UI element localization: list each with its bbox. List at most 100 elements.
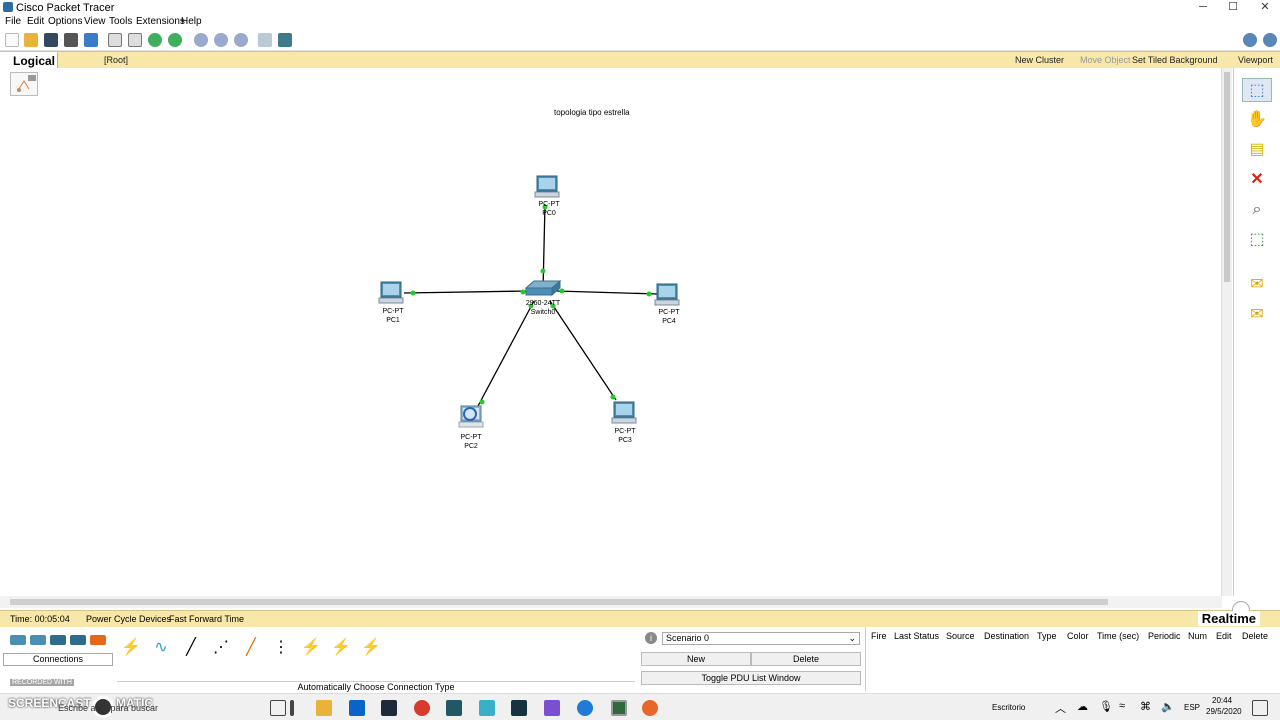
redo-icon[interactable]	[168, 33, 182, 47]
coaxial-cable-icon[interactable]: ⚡	[300, 637, 322, 659]
menu-extensions[interactable]: Extensions	[136, 16, 185, 27]
inspect-hand-icon[interactable]: ✋	[1242, 108, 1272, 132]
terminal-icon[interactable]	[511, 700, 527, 716]
crossover-cable-icon[interactable]: ⋰	[210, 637, 232, 659]
serial-dce-cable-icon[interactable]: ⚡	[330, 637, 352, 659]
fast-forward-time-button[interactable]: Fast Forward Time	[169, 614, 244, 624]
open-folder-icon[interactable]	[24, 33, 38, 47]
menu-options[interactable]: Options	[48, 16, 82, 27]
clock-date[interactable]: 29/5/2020	[1206, 707, 1242, 716]
end-devices-icon[interactable]	[50, 635, 66, 645]
logical-workspace[interactable]: topologia tipo estrella PC-PT PC0 PC-PT …	[0, 68, 1222, 596]
phone-cable-icon[interactable]: ⋮	[270, 637, 292, 659]
straight-through-cable-icon[interactable]: ╱	[180, 637, 202, 659]
components-icon[interactable]	[70, 635, 86, 645]
taskbar-search-input[interactable]: Escribe aquí para buscar	[58, 703, 158, 713]
language-indicator[interactable]: ESP	[1184, 703, 1200, 712]
toggle-pdu-list-button[interactable]: Toggle PDU List Window	[641, 671, 861, 685]
menu-view[interactable]: View	[84, 16, 106, 27]
menu-tools[interactable]: Tools	[109, 16, 132, 27]
network-devices-icon[interactable]	[10, 635, 26, 645]
connections-category-icon[interactable]	[90, 635, 106, 645]
pc4-device[interactable]	[654, 283, 680, 306]
desktop-toolbar-label[interactable]: Escritorio	[992, 703, 1025, 712]
pc3-device[interactable]	[611, 401, 637, 424]
packet-tracer-taskbar-icon[interactable]	[446, 700, 462, 716]
firefox-icon[interactable]	[642, 700, 658, 716]
save-icon[interactable]	[44, 33, 58, 47]
pc2-device[interactable]	[458, 405, 484, 428]
zoom-out-icon[interactable]	[234, 33, 248, 47]
move-object-button[interactable]: Move Object	[1080, 55, 1131, 65]
link-pc2-switch[interactable]	[477, 300, 535, 407]
pc1-device[interactable]	[378, 281, 404, 304]
microphone-icon[interactable]: 🎙	[1099, 700, 1113, 713]
minimize-button[interactable]: ─	[1188, 0, 1218, 15]
realtime-mode-tab[interactable]: Realtime	[1197, 611, 1260, 626]
link-pc3-switch[interactable]	[549, 300, 617, 401]
add-complex-pdu-icon[interactable]: ✉	[1242, 303, 1272, 327]
link-pc4-switch[interactable]	[555, 290, 659, 295]
delete-scenario-button[interactable]: Delete	[751, 652, 861, 666]
resize-shape-icon[interactable]: ⬚	[1242, 228, 1272, 252]
clock-time[interactable]: 20:44	[1212, 696, 1232, 705]
viewport-button[interactable]: Viewport	[1238, 55, 1273, 65]
custom-devices-icon[interactable]	[278, 33, 292, 47]
serial-dte-cable-icon[interactable]: ⚡	[360, 637, 382, 659]
close-button[interactable]: ✕	[1250, 0, 1280, 15]
pdu-info-icon[interactable]: i	[645, 632, 657, 644]
activity-wizard-icon[interactable]	[84, 33, 98, 47]
switches-icon[interactable]	[30, 635, 46, 645]
set-tiled-background-button[interactable]: Set Tiled Background	[1132, 55, 1218, 65]
select-tool-icon[interactable]: ⬚	[1242, 78, 1272, 102]
info-icon[interactable]	[1243, 33, 1257, 47]
new-scenario-button[interactable]: New	[641, 652, 751, 666]
new-file-icon[interactable]	[5, 33, 19, 47]
packet-tracer-active-icon[interactable]	[611, 700, 627, 716]
inspect-magnifier-icon[interactable]: ⌕	[1242, 198, 1272, 222]
pc0-device[interactable]	[534, 175, 560, 198]
fiber-cable-icon[interactable]: ╱	[240, 637, 262, 659]
wifi-icon[interactable]: ≈	[1119, 700, 1125, 712]
vertical-scroll-thumb[interactable]	[1224, 72, 1230, 282]
file-explorer-icon[interactable]	[316, 700, 332, 716]
delete-tool-icon[interactable]: ✕	[1242, 168, 1272, 192]
tab-logical[interactable]: Logical	[0, 52, 58, 69]
link-pc1-switch[interactable]	[403, 290, 529, 294]
power-cycle-devices-button[interactable]: Power Cycle Devices	[86, 614, 171, 624]
horizontal-scroll-thumb[interactable]	[10, 599, 1108, 605]
add-simple-pdu-icon[interactable]: ✉	[1242, 273, 1272, 297]
horizontal-scrollbar[interactable]	[0, 596, 1222, 608]
switch-device[interactable]	[524, 279, 562, 297]
zoom-in-icon[interactable]	[194, 33, 208, 47]
vertical-scrollbar[interactable]	[1222, 68, 1232, 596]
chevron-up-icon[interactable]: ︿	[1055, 700, 1066, 716]
edge-icon[interactable]	[577, 700, 593, 716]
recorder-icon[interactable]	[414, 700, 430, 716]
notifications-icon[interactable]	[1252, 700, 1268, 716]
place-note-icon[interactable]: ▤	[1242, 138, 1272, 162]
task-view-icon[interactable]	[270, 700, 286, 716]
network-icon[interactable]: ⌘	[1140, 700, 1151, 713]
app-icon[interactable]	[479, 700, 495, 716]
menu-edit[interactable]: Edit	[27, 16, 44, 27]
help-icon[interactable]	[1263, 33, 1277, 47]
undo-icon[interactable]	[148, 33, 162, 47]
maximize-button[interactable]: ☐	[1218, 0, 1248, 15]
breadcrumb-root[interactable]: [Root]	[104, 55, 128, 65]
print-icon[interactable]	[64, 33, 78, 47]
zoom-reset-icon[interactable]	[214, 33, 228, 47]
new-cluster-button[interactable]: New Cluster	[1015, 55, 1064, 65]
copy-icon[interactable]	[108, 33, 122, 47]
auto-connection-icon[interactable]: ⚡	[120, 637, 142, 659]
store-icon[interactable]	[381, 700, 397, 716]
scenario-select[interactable]: Scenario 0 ⌄	[662, 632, 860, 645]
paste-icon[interactable]	[128, 33, 142, 47]
drawing-palette-icon[interactable]	[258, 33, 272, 47]
cloud-icon[interactable]: ☁	[1077, 700, 1088, 713]
visual-studio-icon[interactable]	[544, 700, 560, 716]
console-cable-icon[interactable]: ∿	[150, 637, 172, 659]
mail-icon[interactable]	[349, 700, 365, 716]
menu-file[interactable]: File	[5, 16, 21, 27]
volume-icon[interactable]: 🔈	[1161, 700, 1175, 713]
